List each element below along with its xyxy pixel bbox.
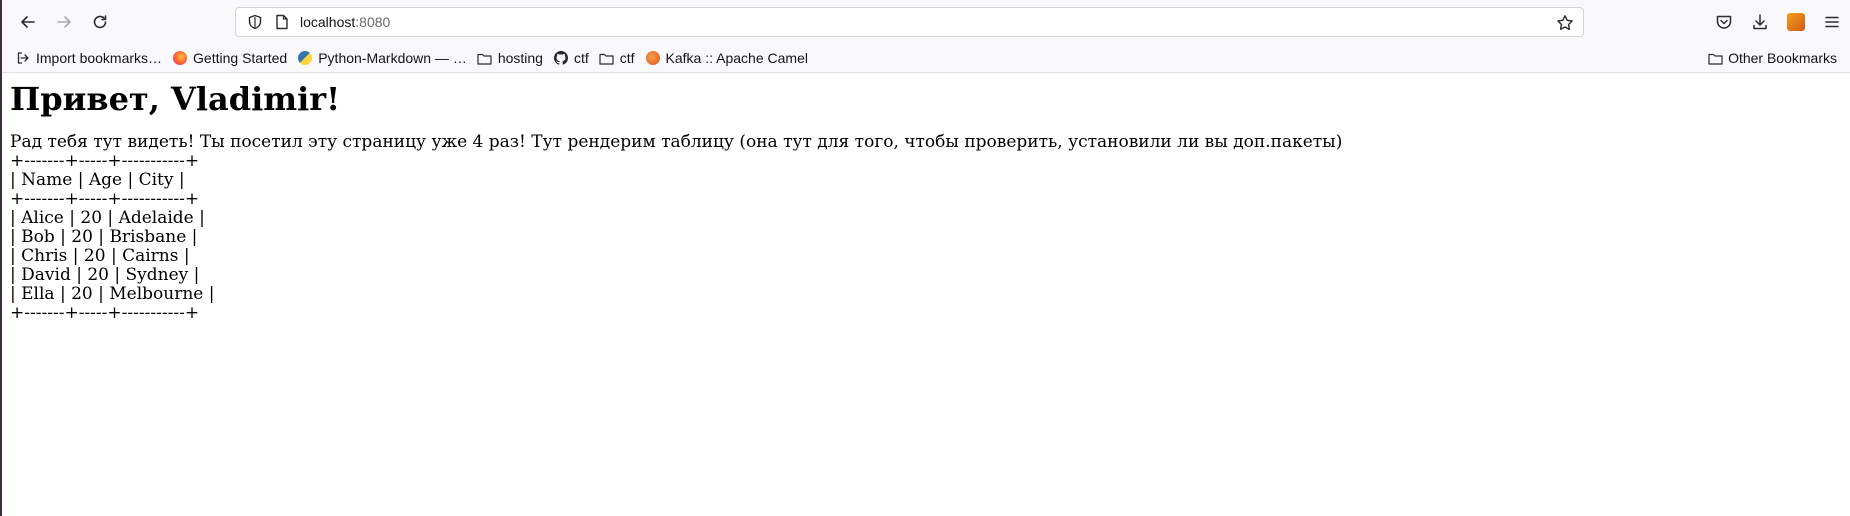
hamburger-menu-icon (1825, 16, 1839, 28)
shield-icon[interactable] (246, 13, 264, 31)
page-content: Привет, Vladimir! Рад тебя тут видеть! Т… (2, 79, 1850, 323)
bookmark-label: Getting Started (193, 50, 288, 66)
url-text[interactable]: localhost:8080 (300, 14, 390, 30)
address-bar[interactable]: localhost:8080 (235, 7, 1584, 37)
arrow-left-icon (21, 16, 35, 28)
bookmark-kafka-camel[interactable]: Kafka :: Apache Camel (640, 45, 813, 71)
browser-toolbar: localhost:8080 (2, 0, 1850, 44)
url-port: :8080 (355, 14, 391, 30)
bookmark-folder-ctf[interactable]: ctf (594, 45, 640, 71)
table-line: | Chris | 20 | Cairns | (10, 246, 190, 266)
github-icon (553, 50, 569, 66)
bookmark-label: Kafka :: Apache Camel (665, 50, 808, 66)
table-line: | Ella | 20 | Melbourne | (10, 284, 215, 304)
table-line: | Name | Age | City | (10, 170, 185, 190)
back-button[interactable] (12, 6, 44, 38)
downloads-button[interactable] (1742, 6, 1778, 38)
arrow-right-icon (57, 16, 71, 28)
forward-button[interactable] (48, 6, 80, 38)
bookmark-label: Import bookmarks… (36, 50, 163, 66)
toolbar-right (1706, 6, 1850, 38)
page-icon[interactable] (274, 13, 290, 31)
bookmark-star-icon[interactable] (1555, 13, 1575, 33)
table-line: | David | 20 | Sydney | (10, 265, 200, 285)
reload-button[interactable] (84, 6, 116, 38)
bookmark-label: ctf (573, 50, 589, 66)
firefox-icon (172, 50, 188, 66)
bookmark-label: hosting (497, 50, 543, 66)
folder-icon (599, 50, 615, 66)
bookmark-import[interactable]: Import bookmarks… (10, 45, 167, 71)
greeting-text: Рад тебя тут видеть! Ты посетил эту стра… (10, 132, 1343, 152)
bookmark-getting-started[interactable]: Getting Started (167, 45, 292, 71)
other-bookmarks[interactable]: Other Bookmarks (1702, 45, 1842, 71)
table-line: +-------+-----+-----------+ (10, 151, 200, 171)
url-host: localhost (300, 14, 356, 30)
bookmark-label: ctf (619, 50, 635, 66)
python-icon (297, 50, 313, 66)
bookmark-python-markdown[interactable]: Python-Markdown — … (292, 45, 472, 71)
table-line: | Bob | 20 | Brisbane | (10, 227, 198, 247)
table-line: +-------+-----+-----------+ (10, 189, 200, 209)
bookmark-label: Python-Markdown — … (318, 50, 467, 66)
pocket-button[interactable] (1706, 6, 1742, 38)
camel-icon (645, 50, 661, 66)
import-icon (15, 50, 31, 66)
extension-icon (1787, 13, 1805, 31)
table-line: | Alice | 20 | Adelaide | (10, 208, 205, 228)
bookmark-folder-hosting[interactable]: hosting (472, 45, 548, 71)
page-heading: Привет, Vladimir! (10, 80, 341, 118)
table-line: +-------+-----+-----------+ (10, 303, 200, 323)
folder-icon (477, 50, 493, 66)
menu-button[interactable] (1814, 6, 1850, 38)
bookmark-ctf-github[interactable]: ctf (548, 45, 594, 71)
bookmarks-toolbar: Import bookmarks… Getting Started Python… (2, 44, 1850, 73)
reload-icon (93, 15, 107, 29)
pocket-icon (1716, 15, 1732, 29)
download-icon (1753, 14, 1767, 30)
folder-icon (1707, 50, 1723, 66)
other-bookmarks-label: Other Bookmarks (1728, 50, 1837, 66)
extension-button[interactable] (1778, 6, 1814, 38)
